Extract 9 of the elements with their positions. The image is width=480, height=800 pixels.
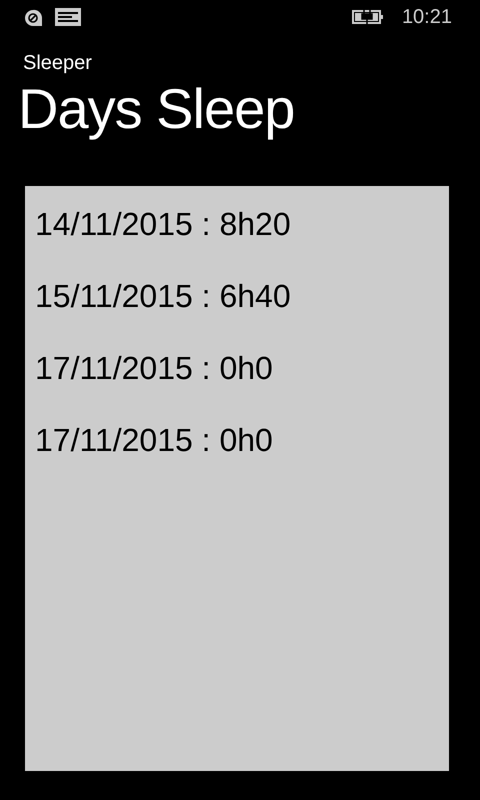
sleep-entry: 15/11/2015 : 6h40 (35, 277, 291, 316)
battery-charging-icon (352, 10, 384, 24)
clock-time: 10:21 (402, 7, 452, 27)
sleep-entry: 17/11/2015 : 0h0 (35, 421, 273, 460)
app-title: Sleeper (23, 51, 92, 76)
message-icon (55, 8, 81, 26)
sleep-entry: 14/11/2015 : 8h20 (35, 205, 291, 244)
sleep-entry: 17/11/2015 : 0h0 (35, 349, 273, 388)
page-title: Days Sleep (18, 76, 294, 142)
